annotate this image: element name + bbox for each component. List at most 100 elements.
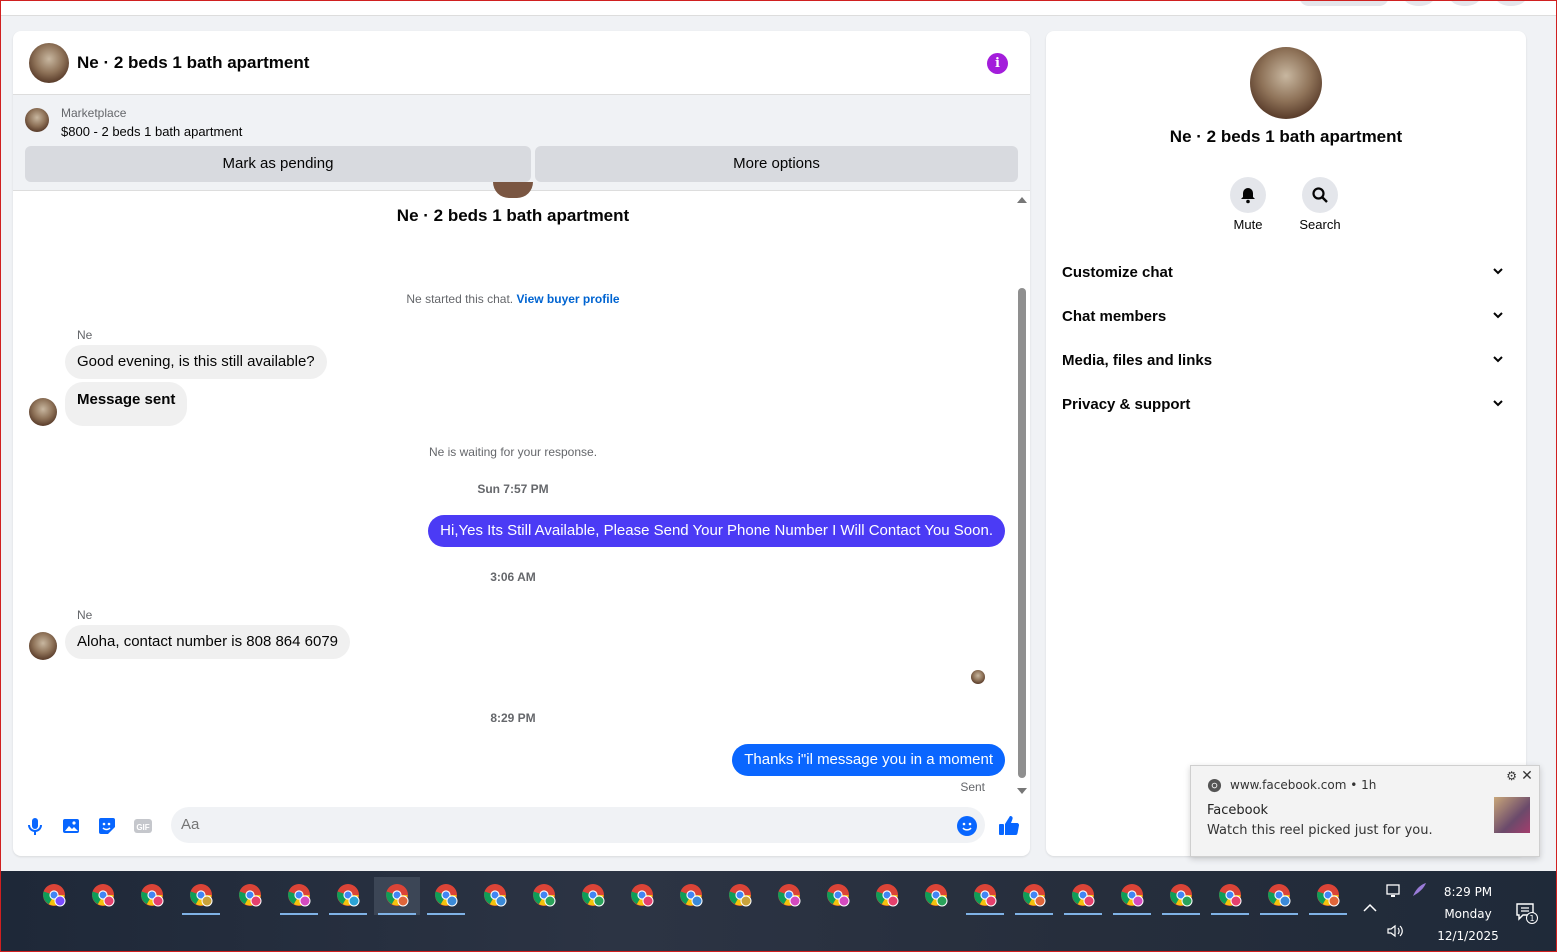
incoming-message[interactable]: Message sent	[65, 382, 188, 426]
scrollbar-thumb[interactable]	[1018, 288, 1026, 778]
chrome-taskbar-button[interactable]	[1011, 877, 1057, 915]
sidebar-avatar[interactable]	[1250, 47, 1322, 119]
mark-as-pending-button[interactable]: Mark as pending	[25, 146, 531, 182]
chrome-taskbar-button[interactable]	[668, 877, 714, 915]
scroll-down-arrow-icon[interactable]	[1017, 788, 1027, 794]
chrome-icon	[1207, 778, 1222, 793]
chat-panel: Ne · 2 beds 1 bath apartment i Marketpla…	[13, 31, 1030, 856]
photo-icon[interactable]	[60, 815, 82, 837]
mute-button[interactable]: Mute	[1218, 177, 1278, 232]
sender-avatar[interactable]	[29, 398, 57, 426]
speaker-icon[interactable]	[1386, 923, 1404, 943]
close-icon[interactable]: ✕	[1519, 768, 1535, 784]
microphone-icon[interactable]	[24, 815, 46, 837]
incoming-message[interactable]: Aloha, contact number is 808 864 6079	[65, 625, 351, 659]
chrome-taskbar-button[interactable]	[717, 877, 763, 915]
chrome-taskbar-button[interactable]	[276, 877, 322, 915]
chrome-taskbar-button[interactable]	[766, 877, 812, 915]
chrome-taskbar-button[interactable]	[227, 877, 273, 915]
gif-icon[interactable]: GIF	[132, 815, 154, 837]
chrome-icon	[92, 884, 115, 907]
gear-icon[interactable]: ⚙	[1506, 769, 1517, 783]
notification-count: 1	[1529, 914, 1534, 923]
chat-info-sidebar: Ne · 2 beds 1 bath apartment Mute Search…	[1046, 31, 1526, 856]
chrome-icon	[778, 884, 801, 907]
action-center-icon[interactable]: 1	[1515, 901, 1539, 929]
conversation-avatar	[493, 182, 533, 198]
chrome-taskbar-button[interactable]	[864, 877, 910, 915]
thumbs-up-icon[interactable]	[996, 813, 1022, 839]
running-indicator	[966, 913, 1004, 915]
chevron-up-icon[interactable]	[1362, 901, 1378, 919]
chrome-taskbar-button[interactable]	[962, 877, 1008, 915]
chrome-taskbar-button[interactable]	[472, 877, 518, 915]
chrome-taskbar-button[interactable]	[1109, 877, 1155, 915]
chrome-icon	[974, 884, 997, 907]
chrome-taskbar-button[interactable]	[325, 877, 371, 915]
chrome-taskbar-button[interactable]	[31, 877, 77, 915]
section-label: Chat members	[1062, 308, 1167, 325]
sender-avatar[interactable]	[29, 632, 57, 660]
section-label: Media, files and links	[1062, 352, 1213, 369]
chrome-taskbar-button[interactable]	[178, 877, 224, 915]
emoji-icon[interactable]	[957, 816, 977, 836]
listing-thumbnail[interactable]	[25, 108, 49, 132]
chrome-taskbar-button[interactable]	[374, 877, 420, 915]
chrome-taskbar-button[interactable]	[1256, 877, 1302, 915]
chat-title[interactable]: Ne · 2 beds 1 bath apartment	[77, 53, 309, 73]
chrome-taskbar-button[interactable]	[423, 877, 469, 915]
incoming-message[interactable]: Good evening, is this still available?	[65, 345, 327, 379]
listing-title[interactable]: $800 - 2 beds 1 bath apartment	[61, 124, 242, 139]
chrome-icon	[1072, 884, 1095, 907]
top-nav-account-avatar[interactable]	[1495, 0, 1527, 6]
privacy-support-section[interactable]: Privacy & support	[1062, 383, 1510, 427]
top-nav-icons	[1299, 0, 1527, 6]
sticker-icon[interactable]	[96, 815, 118, 837]
running-indicator	[1015, 913, 1053, 915]
network-icon[interactable]	[1386, 883, 1404, 903]
chrome-taskbar-button[interactable]	[619, 877, 665, 915]
taskbar-clock[interactable]: 8:29 PM Monday 12/1/2025	[1428, 881, 1508, 947]
chat-avatar[interactable]	[29, 42, 69, 83]
scroll-up-arrow-icon[interactable]	[1017, 197, 1027, 203]
search-icon	[1302, 177, 1338, 213]
chrome-icon	[43, 884, 66, 907]
chrome-icon	[1023, 884, 1046, 907]
chrome-taskbar-button[interactable]	[1158, 877, 1204, 915]
chat-started-notice: Ne started this chat. View buyer profile	[13, 292, 1013, 306]
browser-notification[interactable]: www.facebook.com • 1h ⚙ ✕ Facebook Watch…	[1190, 765, 1540, 857]
chat-members-section[interactable]: Chat members	[1062, 295, 1510, 339]
message-scrollbar[interactable]	[1017, 197, 1027, 794]
more-options-button[interactable]: More options	[535, 146, 1018, 182]
top-nav-pill[interactable]	[1299, 0, 1389, 6]
chrome-taskbar-button[interactable]	[1060, 877, 1106, 915]
info-icon[interactable]: i	[987, 53, 1008, 74]
message-input[interactable]	[171, 807, 985, 843]
clock-day: Monday	[1444, 907, 1492, 921]
feather-app-icon[interactable]	[1410, 881, 1428, 903]
top-nav-messenger-icon[interactable]	[1449, 0, 1481, 6]
view-buyer-profile-link[interactable]: View buyer profile	[516, 292, 619, 306]
outgoing-message[interactable]: Thanks i"il message you in a moment	[732, 744, 1005, 776]
outgoing-message[interactable]: Hi,Yes Its Still Available, Please Send …	[428, 515, 1005, 547]
chrome-taskbar-button[interactable]	[570, 877, 616, 915]
notification-site: www.facebook.com	[1230, 778, 1347, 792]
chrome-taskbar-button[interactable]	[815, 877, 861, 915]
chrome-taskbar-button[interactable]	[1305, 877, 1351, 915]
media-files-links-section[interactable]: Media, files and links	[1062, 339, 1510, 383]
chrome-taskbar-button[interactable]	[1207, 877, 1253, 915]
chrome-icon	[386, 884, 409, 907]
timestamp: 8:29 PM	[490, 711, 536, 725]
chrome-taskbar-button[interactable]	[129, 877, 175, 915]
chrome-taskbar-button[interactable]	[913, 877, 959, 915]
top-nav-menu-icon[interactable]	[1403, 0, 1435, 6]
chrome-taskbar-button[interactable]	[521, 877, 567, 915]
customize-chat-section[interactable]: Customize chat	[1062, 251, 1510, 295]
running-indicator	[1113, 913, 1151, 915]
search-button[interactable]: Search	[1290, 177, 1350, 232]
chrome-icon	[631, 884, 654, 907]
chrome-taskbar-button[interactable]	[80, 877, 126, 915]
running-indicator	[1064, 913, 1102, 915]
chrome-icon	[729, 884, 752, 907]
notification-thumbnail	[1494, 797, 1530, 833]
